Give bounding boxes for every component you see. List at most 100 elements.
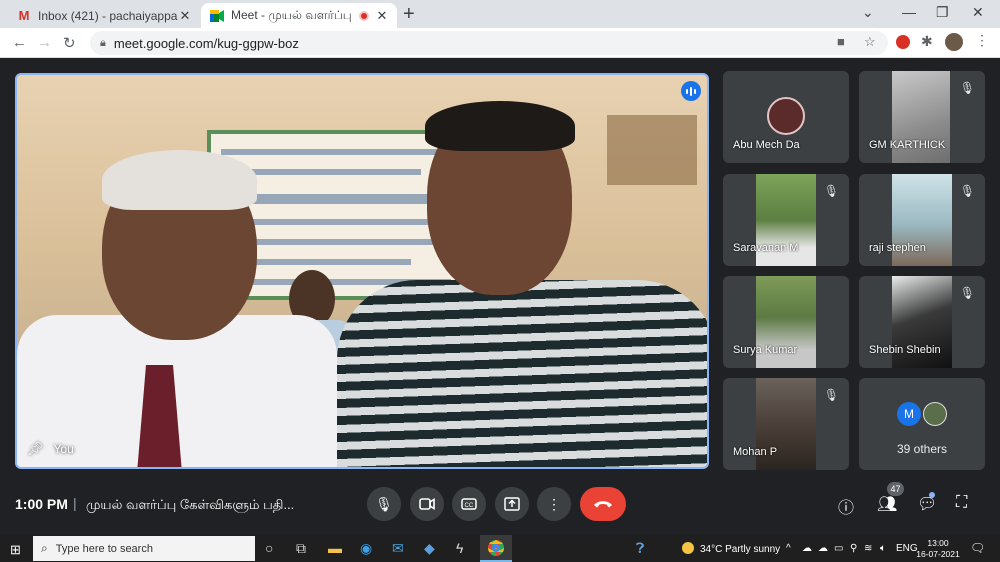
cloud-icon[interactable]: ☁	[818, 543, 828, 554]
participant-name: Surya Kumar	[733, 344, 798, 356]
meeting-time: 1:00 PM	[15, 496, 68, 512]
main-video-tile[interactable]: 📌︎ You	[15, 73, 709, 469]
extension-icon[interactable]	[896, 35, 910, 49]
participant-tile[interactable]: Abu Mech Da	[723, 71, 849, 163]
pin-icon[interactable]: 📌︎	[27, 441, 44, 457]
microphone-icon: 🎙︎	[375, 495, 393, 512]
volume-icon[interactable]: 🔈︎	[880, 543, 886, 554]
search-icon: ⌕	[41, 541, 48, 555]
tab-meet[interactable]: Meet - முயல் வளர்ப்பு © ✕	[201, 3, 397, 28]
battery-icon[interactable]: ▭	[834, 543, 843, 554]
participant-tile[interactable]: 🎙︎ Shebin Shebin	[859, 276, 985, 368]
participant-tile[interactable]: 🎙︎ GM KARTHICK	[859, 71, 985, 163]
chat-unread-dot	[929, 492, 935, 498]
url-text: meet.google.com/kug-ggpw-boz	[113, 35, 299, 51]
clock-date: 16-07-2021	[916, 549, 960, 559]
new-tab-button[interactable]: +	[403, 4, 415, 24]
wifi-icon[interactable]: ≋	[864, 543, 872, 554]
avatar	[767, 97, 805, 135]
mic-off-icon: 🎙︎	[959, 286, 975, 300]
chrome-icon	[488, 539, 504, 556]
chevron-up-icon[interactable]: ^	[786, 543, 791, 554]
weather-icon[interactable]	[682, 542, 694, 554]
cortana-icon[interactable]: ○	[265, 540, 273, 556]
bookmark-star-icon[interactable]: ☆	[864, 34, 876, 50]
microphone-button[interactable]: 🎙︎	[367, 487, 401, 521]
reload-icon[interactable]: ↻	[63, 34, 76, 52]
forward-icon[interactable]: →	[37, 34, 52, 51]
taskbar-clock[interactable]: 13:00 16-07-2021	[916, 538, 960, 560]
browser-tabstrip: M Inbox (421) - pachaiyappank@gm ✕ Meet …	[0, 0, 1000, 28]
mail-icon[interactable]: ✉	[392, 540, 404, 557]
window-close-icon[interactable]: ✕	[972, 4, 984, 21]
avatar	[923, 402, 947, 426]
tab-search-icon[interactable]: ⌄	[862, 4, 874, 21]
tab-title: Inbox (421) - pachaiyappank@gm	[38, 8, 178, 23]
self-label: 📌︎ You	[27, 441, 74, 457]
task-view-icon[interactable]: ⧉	[296, 540, 306, 557]
cloud-icon[interactable]: ☁	[802, 543, 812, 554]
app-icon[interactable]: ϟ	[456, 540, 463, 556]
profile-avatar[interactable]	[945, 33, 963, 51]
camera-button[interactable]	[410, 487, 444, 521]
clock-time: 13:00	[927, 538, 949, 548]
camera-icon[interactable]: ■	[837, 34, 845, 49]
participant-left	[17, 150, 347, 467]
mic-off-icon: 🎙︎	[959, 81, 975, 95]
hang-up-icon	[594, 501, 612, 508]
address-bar[interactable]: 🔒︎ meet.google.com/kug-ggpw-boz	[90, 31, 888, 55]
more-options-button[interactable]: ⋮	[537, 487, 571, 521]
participant-name: GM KARTHICK	[869, 139, 946, 151]
weather-text[interactable]: 34°C Partly sunny	[700, 544, 780, 555]
meet-icon	[209, 8, 225, 24]
people-icon[interactable]: 👥︎	[877, 494, 897, 514]
participant-right	[337, 101, 707, 467]
participant-tile[interactable]: 🎙︎ raji stephen	[859, 174, 985, 266]
tab-inbox[interactable]: M Inbox (421) - pachaiyappank@gm ✕	[8, 3, 200, 28]
participant-name: Shebin Shebin	[869, 344, 941, 356]
participant-count-badge: 47	[887, 482, 904, 496]
chrome-menu-icon[interactable]: ⋮	[975, 32, 989, 49]
chat-icon[interactable]: 💬︎	[917, 494, 937, 514]
meeting-details-icon[interactable]: ⓘ	[838, 494, 854, 518]
participant-tile[interactable]: 🎙︎ Mohan P	[723, 378, 849, 470]
lock-icon[interactable]: 🔒︎	[100, 37, 106, 50]
meeting-title: முயல் வளர்ப்பு கேள்விகளும் பதி...	[86, 497, 295, 512]
self-name: You	[53, 442, 74, 456]
chrome-taskbar-button[interactable]	[480, 535, 512, 562]
help-icon[interactable]: ❓︎	[636, 540, 644, 557]
participant-name: Mohan P	[733, 446, 778, 458]
participant-name: raji stephen	[869, 242, 926, 254]
restore-icon[interactable]: ❐	[936, 4, 949, 21]
browser-toolbar: ← → ↻ 🔒︎ meet.google.com/kug-ggpw-boz ■ …	[0, 28, 1000, 58]
minimize-icon[interactable]: —	[902, 4, 916, 20]
extensions-puzzle-icon[interactable]: ✱	[921, 33, 933, 50]
mic-off-icon: 🎙︎	[959, 184, 975, 198]
edge-icon[interactable]: ◉	[360, 540, 372, 557]
notifications-icon[interactable]: 🗨︎	[970, 541, 985, 555]
network-icon[interactable]: ⚲	[850, 543, 857, 554]
captions-button[interactable]: CC	[452, 487, 486, 521]
captions-icon: CC	[461, 498, 477, 510]
activities-icon[interactable]: ⛶	[956, 494, 967, 512]
input-language[interactable]: ENG	[896, 543, 918, 554]
others-count: 39 others	[896, 442, 948, 456]
present-button[interactable]	[495, 487, 529, 521]
participant-tile[interactable]: 🎙︎ Saravanan M	[723, 174, 849, 266]
windows-taskbar: ⊞ ⌕ Type here to search ○ ⧉ ▬ ◉ ✉ ◆ ϟ ❓︎…	[0, 535, 1000, 562]
taskbar-search[interactable]: ⌕ Type here to search	[33, 536, 255, 561]
speaking-indicator-icon	[681, 81, 701, 101]
participant-name: Abu Mech Da	[733, 139, 800, 151]
back-icon[interactable]: ←	[12, 34, 27, 51]
tab-title: Meet - முயல் வளர்ப்பு ©	[231, 7, 353, 22]
participant-tile[interactable]: Surya Kumar	[723, 276, 849, 368]
present-screen-icon	[504, 497, 520, 511]
others-tile[interactable]: M 39 others	[859, 378, 985, 470]
windows-start-icon[interactable]: ⊞	[10, 542, 21, 558]
svg-text:CC: CC	[465, 503, 474, 509]
close-icon[interactable]: ✕	[178, 8, 192, 24]
file-explorer-icon[interactable]: ▬	[328, 540, 342, 556]
dropbox-icon[interactable]: ◆	[424, 540, 435, 557]
end-call-button[interactable]	[580, 487, 626, 521]
close-icon[interactable]: ✕	[375, 8, 389, 24]
